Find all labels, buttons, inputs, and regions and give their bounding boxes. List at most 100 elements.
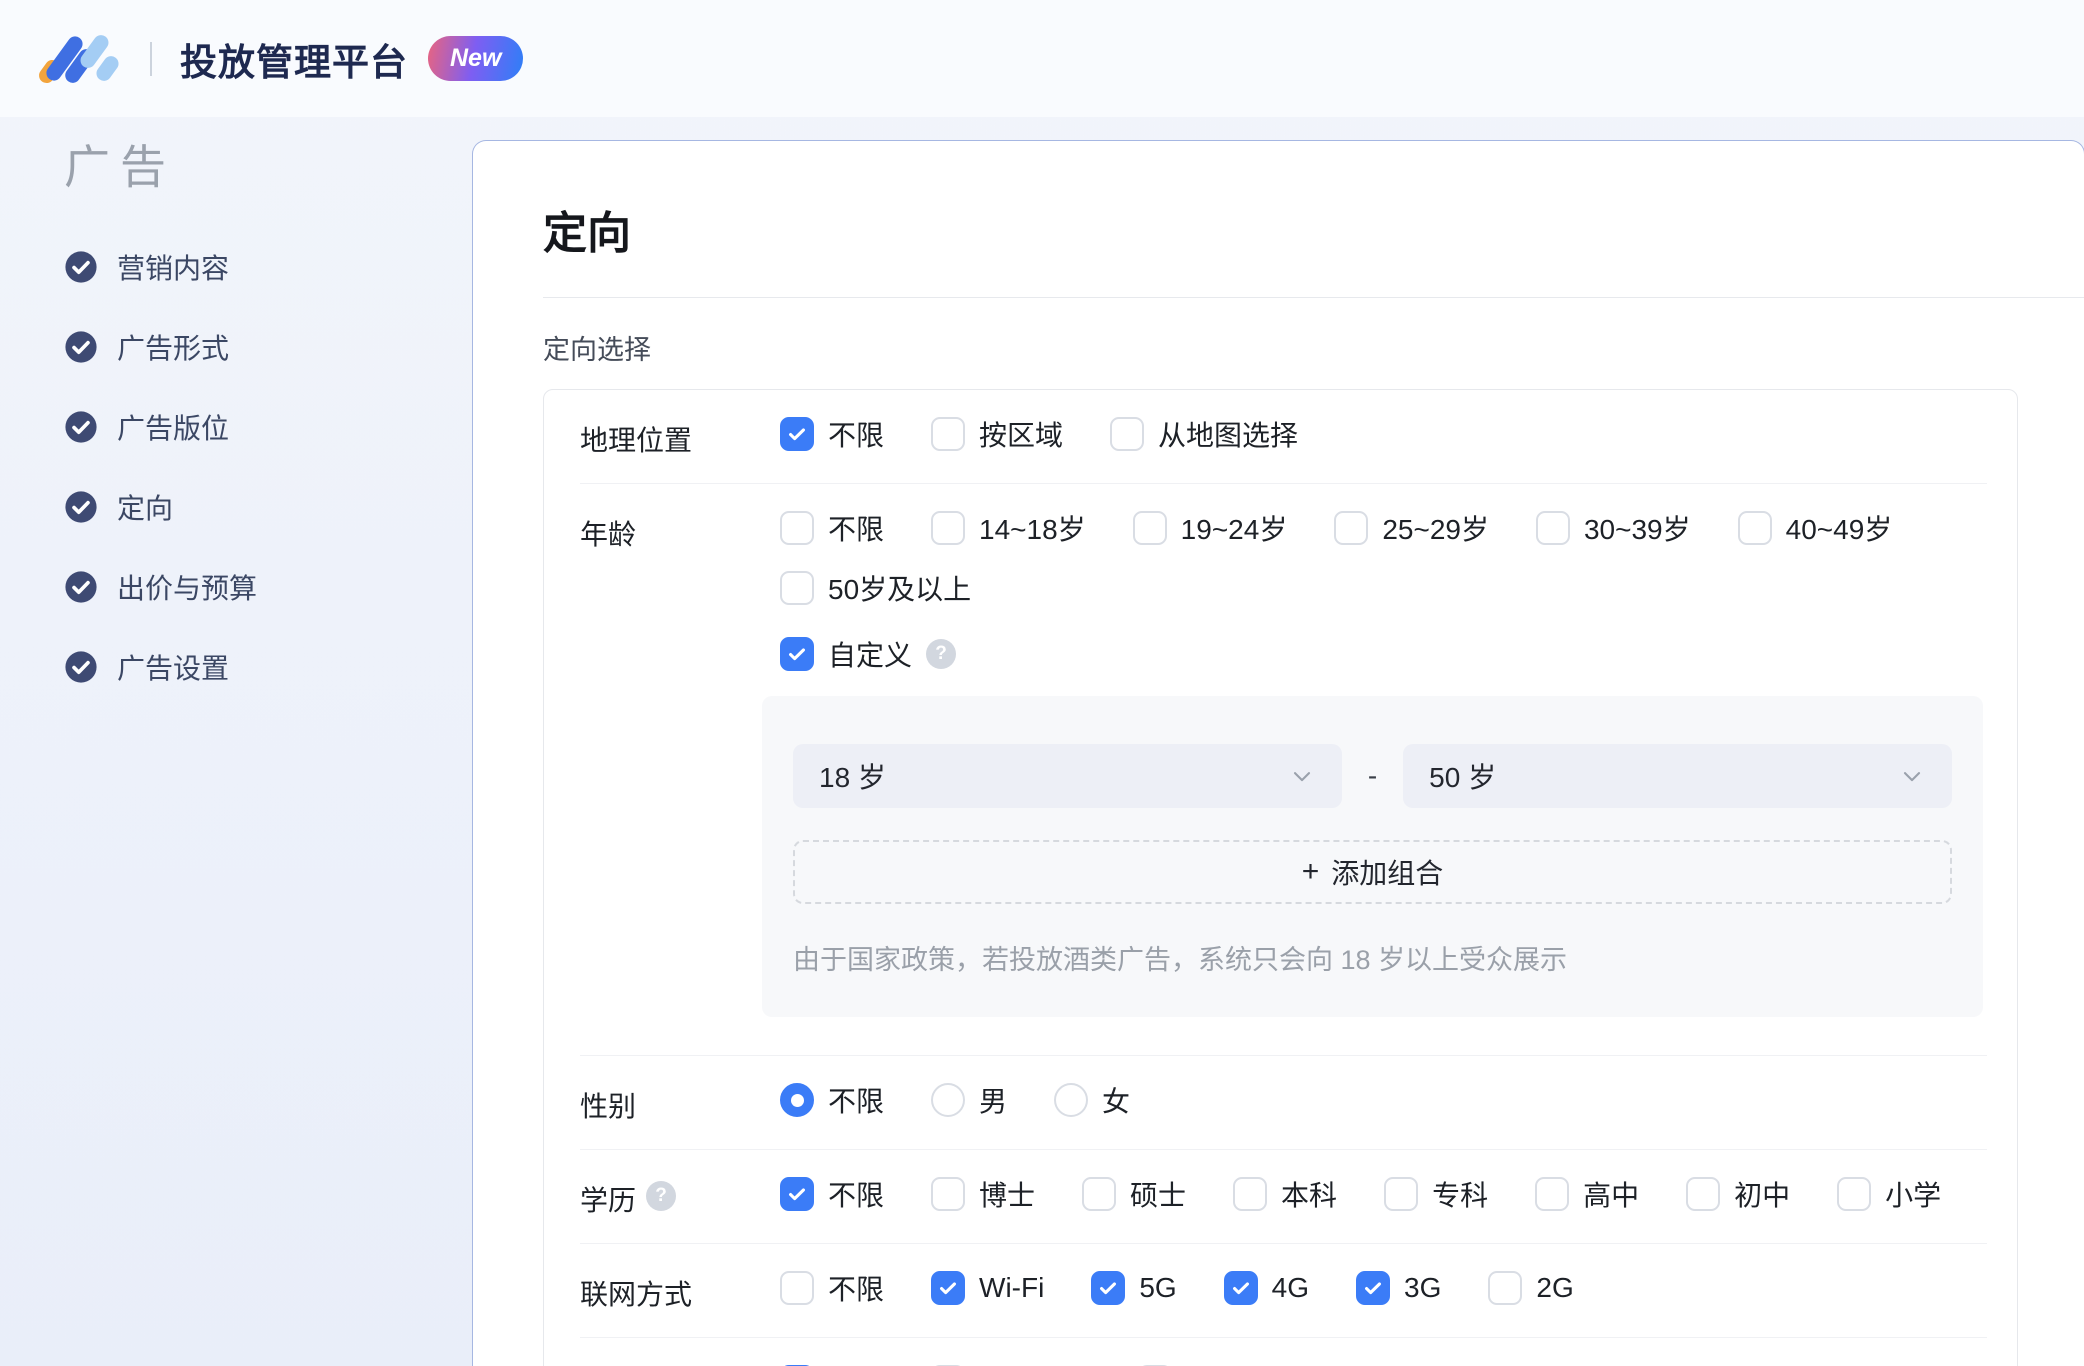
checkbox-option[interactable]: 定向人群 [931, 1362, 1091, 1366]
checkbox-option[interactable]: Wi-Fi [931, 1271, 1044, 1305]
checkbox-option[interactable]: 小学 [1837, 1174, 1941, 1214]
sidebar-step-list: 营销内容 广告形式 广告版位 定向 出价与预算 广告设置 [64, 227, 472, 707]
range-separator: - [1367, 760, 1378, 791]
age-policy-note: 由于国家政策，若投放酒类广告，系统只会向 18 岁以上受众展示 [793, 945, 1568, 975]
checkbox-checked-icon[interactable] [931, 1271, 966, 1305]
radio-option[interactable]: 女 [1054, 1080, 1130, 1120]
option-label: 14~18岁 [979, 514, 1086, 545]
checkbox-option[interactable]: 不限 [780, 1362, 884, 1366]
checkbox-option[interactable]: 初中 [1686, 1174, 1790, 1214]
checkbox-checked-icon[interactable] [780, 637, 814, 671]
option-label: 高中 [1583, 1180, 1640, 1211]
checkbox-unchecked[interactable] [931, 417, 966, 451]
sidebar-item-ad-format[interactable]: 广告形式 [64, 307, 472, 387]
checkbox-unchecked[interactable] [1686, 1177, 1721, 1211]
option-label: 4G [1271, 1272, 1310, 1303]
checkbox-unchecked[interactable] [1737, 511, 1772, 545]
radio-option[interactable]: 不限 [780, 1080, 884, 1120]
checkbox-unchecked[interactable] [1233, 1177, 1268, 1211]
checkbox-unchecked[interactable] [1837, 1177, 1872, 1211]
check-circle-icon [65, 651, 97, 683]
checkbox-checked-icon[interactable] [1091, 1271, 1126, 1305]
check-circle-icon [65, 411, 97, 443]
radio-unchecked[interactable] [931, 1083, 966, 1117]
row-label-network: 联网方式 [580, 1279, 693, 1310]
sidebar-item-label: 广告形式 [117, 333, 230, 364]
sidebar-item-bid-budget[interactable]: 出价与预算 [64, 547, 472, 627]
checkbox-unchecked[interactable] [1384, 1177, 1419, 1211]
checkbox-checked-icon[interactable] [780, 417, 814, 451]
age-from-select[interactable]: 18 岁 [793, 744, 1342, 808]
checkbox-option[interactable]: 3G [1356, 1271, 1441, 1305]
checkbox-option[interactable]: 博士 [931, 1174, 1035, 1214]
checkbox-option[interactable]: 50岁及以上 [780, 568, 971, 608]
checkbox-option[interactable]: 4G [1223, 1271, 1310, 1305]
option-label: 不限 [828, 514, 885, 545]
sidebar-item-marketing-content[interactable]: 营销内容 [64, 227, 472, 307]
checkbox-option[interactable]: 14~18岁 [931, 508, 1086, 548]
age-custom-panel: 18 岁 - 50 岁 + 添加组合 由于国家政策，若投放酒类广告，系统只会向 … [762, 696, 1983, 1017]
checkbox-option[interactable]: 不限 [780, 508, 884, 548]
location-options: 不限 按区域 从地图选择 [780, 414, 1987, 454]
option-label: 自定义 [828, 640, 913, 671]
checkbox-checked-icon[interactable] [1356, 1271, 1391, 1305]
help-icon[interactable]: ? [646, 1181, 677, 1211]
checkbox-checked-icon[interactable] [1223, 1271, 1258, 1305]
sidebar-item-label: 定向 [117, 493, 174, 524]
option-label: 硕士 [1130, 1180, 1187, 1211]
option-label: Wi-Fi [979, 1272, 1045, 1303]
checkbox-option[interactable]: 不限 [780, 1174, 884, 1214]
checkbox-option[interactable]: 本科 [1233, 1174, 1337, 1214]
checkbox-unchecked[interactable] [780, 1271, 814, 1305]
chevron-down-icon [1903, 772, 1921, 782]
add-combination-button[interactable]: + 添加组合 [793, 840, 1952, 904]
check-circle-icon [65, 251, 97, 283]
checkbox-unchecked[interactable] [1132, 511, 1167, 545]
app-logo-icon [36, 31, 124, 86]
age-to-select[interactable]: 50 岁 [1403, 744, 1953, 808]
checkbox-unchecked[interactable] [1535, 511, 1570, 545]
checkbox-unchecked[interactable] [1082, 1177, 1117, 1211]
option-label: 不限 [828, 1180, 885, 1211]
checkbox-unchecked[interactable] [931, 1177, 966, 1211]
check-circle-icon [65, 331, 97, 363]
row-label-age: 年龄 [580, 519, 637, 550]
sidebar-item-targeting[interactable]: 定向 [64, 467, 472, 547]
checkbox-option[interactable]: 排除人群 [1138, 1362, 1298, 1366]
checkbox-option[interactable]: 不限 [780, 414, 884, 454]
radio-checked-icon[interactable] [780, 1083, 814, 1117]
checkbox-option[interactable]: 5G [1091, 1271, 1177, 1305]
option-label: 50岁及以上 [828, 574, 972, 605]
checkbox-unchecked[interactable] [1535, 1177, 1570, 1211]
checkbox-option[interactable]: 专科 [1384, 1174, 1488, 1214]
radio-option[interactable]: 男 [931, 1080, 1007, 1120]
checkbox-unchecked[interactable] [780, 571, 814, 605]
checkbox-option[interactable]: 自定义 [780, 634, 912, 674]
checkbox-unchecked[interactable] [780, 511, 814, 545]
checkbox-option[interactable]: 从地图选择 [1110, 414, 1298, 454]
checkbox-checked-icon[interactable] [780, 1177, 814, 1211]
checkbox-option[interactable]: 19~24岁 [1132, 508, 1287, 548]
age-to-value: 50 岁 [1429, 762, 1497, 793]
checkbox-option[interactable]: 40~49岁 [1737, 508, 1892, 548]
checkbox-option[interactable]: 高中 [1535, 1174, 1639, 1214]
sidebar-item-ad-settings[interactable]: 广告设置 [64, 627, 472, 707]
help-icon[interactable]: ? [926, 639, 957, 669]
checkbox-option[interactable]: 2G [1488, 1271, 1574, 1305]
sidebar-item-ad-placement[interactable]: 广告版位 [64, 387, 472, 467]
checkbox-option[interactable]: 25~29岁 [1334, 508, 1489, 548]
check-circle-icon [65, 491, 97, 523]
sidebar: 广告 营销内容 广告形式 广告版位 定向 出价与预算 广告设置 [0, 117, 472, 1366]
checkbox-option[interactable]: 30~39岁 [1535, 508, 1691, 548]
option-label: 3G [1404, 1272, 1442, 1303]
checkbox-unchecked[interactable] [1334, 511, 1369, 545]
radio-unchecked[interactable] [1054, 1083, 1089, 1117]
targeting-card: 定向 定向选择 地理位置 不限 按区域 从地图选择 年龄 不限 14~18岁 19~24… [472, 140, 2084, 1366]
checkbox-option[interactable]: 不限 [780, 1268, 884, 1308]
checkbox-option[interactable]: 硕士 [1082, 1174, 1186, 1214]
checkbox-unchecked[interactable] [931, 511, 966, 545]
checkbox-unchecked[interactable] [1110, 417, 1145, 451]
checkbox-unchecked[interactable] [1488, 1271, 1523, 1305]
checkbox-option[interactable]: 按区域 [931, 414, 1063, 454]
age-from-value: 18 岁 [819, 762, 886, 793]
